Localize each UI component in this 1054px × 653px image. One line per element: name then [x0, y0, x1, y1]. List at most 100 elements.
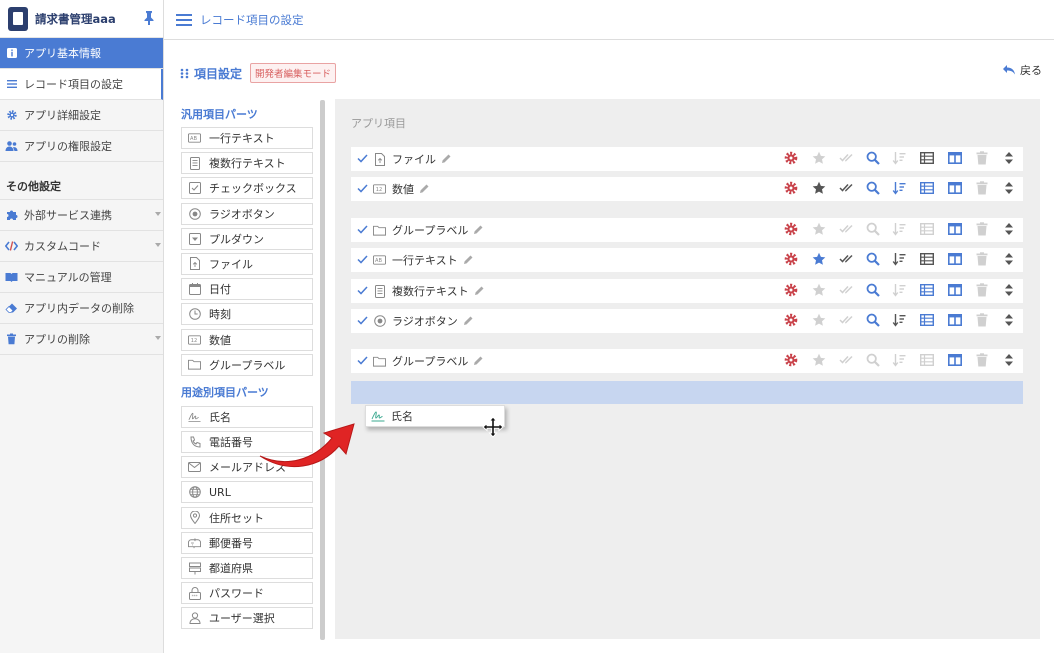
- list-display-toggle[interactable]: [919, 283, 935, 298]
- part-globe[interactable]: URL: [181, 481, 313, 504]
- sidebar-item-book[interactable]: マニュアルの管理: [0, 262, 163, 293]
- part-location[interactable]: 住所セット: [181, 506, 313, 529]
- check-icon[interactable]: [357, 285, 371, 298]
- settings-button[interactable]: [784, 181, 798, 196]
- settings-button[interactable]: [784, 283, 798, 298]
- column-toggle[interactable]: [948, 252, 962, 267]
- search-toggle[interactable]: [866, 252, 880, 267]
- required-toggle[interactable]: [812, 283, 826, 298]
- search-toggle[interactable]: [866, 181, 880, 196]
- unique-toggle[interactable]: [839, 152, 853, 166]
- sort-toggle[interactable]: [892, 151, 906, 166]
- reorder-handle[interactable]: [1002, 353, 1016, 368]
- unique-toggle[interactable]: [839, 284, 853, 298]
- column-toggle[interactable]: [948, 353, 962, 368]
- required-toggle[interactable]: [812, 252, 826, 267]
- settings-button[interactable]: [784, 151, 798, 166]
- column-toggle[interactable]: [948, 151, 962, 166]
- pin-icon[interactable]: [143, 10, 155, 26]
- delete-button[interactable]: [975, 282, 989, 298]
- reorder-handle[interactable]: [1002, 283, 1016, 298]
- app-item-row[interactable]: グループラベル: [351, 349, 1023, 373]
- search-toggle[interactable]: [866, 353, 880, 368]
- required-toggle[interactable]: [812, 181, 826, 196]
- part-signpost[interactable]: 都道府県: [181, 557, 313, 579]
- part-clock[interactable]: 時刻: [181, 303, 313, 326]
- delete-button[interactable]: [975, 352, 989, 368]
- pencil-icon[interactable]: [473, 356, 483, 366]
- pencil-icon[interactable]: [441, 154, 451, 164]
- unique-toggle[interactable]: [839, 253, 853, 267]
- list-display-toggle[interactable]: [919, 353, 935, 368]
- check-icon[interactable]: [357, 355, 371, 368]
- part-file[interactable]: ファイル: [181, 252, 313, 275]
- search-toggle[interactable]: [866, 283, 880, 298]
- sort-toggle[interactable]: [892, 313, 906, 328]
- app-item-row[interactable]: 複数行テキスト: [351, 279, 1023, 303]
- sort-toggle[interactable]: [892, 252, 906, 267]
- sort-toggle[interactable]: [892, 181, 906, 196]
- unique-toggle[interactable]: [839, 182, 853, 196]
- settings-button[interactable]: [784, 353, 798, 368]
- pencil-icon[interactable]: [474, 286, 484, 296]
- check-icon[interactable]: [357, 153, 371, 166]
- sidebar-item-gear[interactable]: アプリ詳細設定: [0, 100, 163, 131]
- part-number[interactable]: 12 数値: [181, 328, 313, 351]
- pencil-icon[interactable]: [419, 184, 429, 194]
- part-calendar[interactable]: 日付: [181, 278, 313, 301]
- pencil-icon[interactable]: [473, 225, 483, 235]
- reorder-handle[interactable]: [1002, 151, 1016, 166]
- app-item-row[interactable]: AB 一行テキスト: [351, 248, 1023, 272]
- reorder-handle[interactable]: [1002, 252, 1016, 267]
- required-toggle[interactable]: [812, 151, 826, 166]
- back-button[interactable]: 戻る: [1002, 62, 1042, 78]
- sort-toggle[interactable]: [892, 283, 906, 298]
- part-postbox[interactable]: 〒 郵便番号: [181, 531, 313, 554]
- sidebar-item-list[interactable]: レコード項目の設定: [0, 69, 163, 100]
- settings-button[interactable]: [784, 313, 798, 328]
- sidebar-item-info[interactable]: アプリ基本情報: [0, 38, 163, 69]
- list-display-toggle[interactable]: [919, 313, 935, 328]
- required-toggle[interactable]: [812, 353, 826, 368]
- column-toggle[interactable]: [948, 283, 962, 298]
- required-toggle[interactable]: [812, 222, 826, 237]
- part-dropdown[interactable]: プルダウン: [181, 227, 313, 250]
- sidebar-item-code[interactable]: カスタムコード: [0, 231, 163, 262]
- sidebar-item-users[interactable]: アプリの権限設定: [0, 131, 163, 162]
- sidebar-item-puzzle[interactable]: 外部サービス連携: [0, 200, 163, 231]
- check-icon[interactable]: [357, 224, 371, 237]
- part-lock[interactable]: *** パスワード: [181, 582, 313, 605]
- search-toggle[interactable]: [866, 313, 880, 328]
- delete-button[interactable]: [975, 251, 989, 267]
- app-item-row[interactable]: ラジオボタン: [351, 309, 1023, 333]
- list-display-toggle[interactable]: [919, 252, 935, 267]
- part-user[interactable]: ユーザー選択: [181, 607, 313, 630]
- unique-toggle[interactable]: [839, 354, 853, 368]
- delete-button[interactable]: [975, 180, 989, 196]
- column-toggle[interactable]: [948, 222, 962, 237]
- sidebar-item-eraser[interactable]: アプリ内データの削除: [0, 293, 163, 324]
- palette-scrollbar[interactable]: [320, 100, 325, 640]
- check-icon[interactable]: [357, 183, 371, 196]
- hamburger-icon[interactable]: [176, 13, 192, 26]
- part-checkbox[interactable]: チェックボックス: [181, 177, 313, 200]
- settings-button[interactable]: [784, 252, 798, 267]
- reorder-handle[interactable]: [1002, 222, 1016, 237]
- list-display-toggle[interactable]: [919, 151, 935, 166]
- settings-button[interactable]: [784, 222, 798, 237]
- sidebar-item-trash[interactable]: アプリの削除: [0, 324, 163, 355]
- app-item-row[interactable]: ファイル: [351, 147, 1023, 171]
- search-toggle[interactable]: [866, 151, 880, 166]
- list-display-toggle[interactable]: [919, 222, 935, 237]
- reorder-handle[interactable]: [1002, 181, 1016, 196]
- part-folder[interactable]: グループラベル: [181, 353, 313, 376]
- reorder-handle[interactable]: [1002, 313, 1016, 328]
- search-toggle[interactable]: [866, 222, 880, 237]
- sort-toggle[interactable]: [892, 353, 906, 368]
- pencil-icon[interactable]: [463, 255, 473, 265]
- delete-button[interactable]: [975, 150, 989, 166]
- check-icon[interactable]: [357, 315, 371, 328]
- required-toggle[interactable]: [812, 313, 826, 328]
- list-display-toggle[interactable]: [919, 181, 935, 196]
- check-icon[interactable]: [357, 254, 371, 267]
